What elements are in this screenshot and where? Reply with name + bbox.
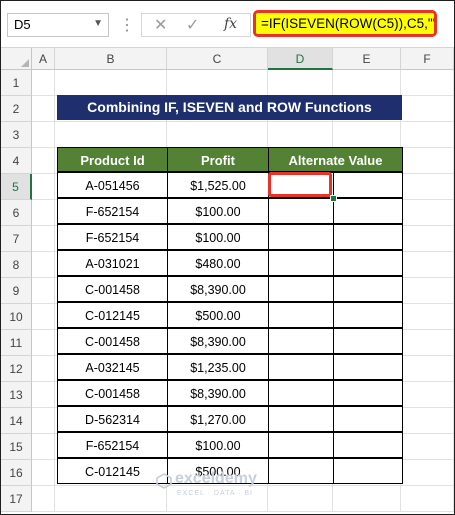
gridline-vertical	[453, 70, 454, 512]
product-id-cell[interactable]: C-001458	[57, 276, 168, 302]
alternate-value-cell[interactable]	[268, 354, 334, 380]
formula-bar: D5 ▼ ⋮ ✕ ✓ fx =IF(ISEVEN(ROW(C5)),C5,"")	[1, 1, 454, 48]
column-header-a[interactable]: A	[32, 48, 55, 70]
row-header-10[interactable]: 10	[1, 304, 32, 330]
profit-cell[interactable]: $8,390.00	[167, 328, 269, 354]
profit-cell[interactable]: $8,390.00	[167, 380, 269, 406]
row-header-11[interactable]: 11	[1, 330, 32, 356]
table-header: Alternate Value	[268, 147, 403, 172]
formula-input[interactable]: =IF(ISEVEN(ROW(C5)),C5,"")	[253, 10, 437, 37]
alternate-value-cell[interactable]	[268, 458, 334, 484]
column-header-d[interactable]: D	[268, 48, 333, 70]
watermark-tagline: EXCEL · DATA · BI	[177, 490, 253, 497]
alternate-value-cell[interactable]	[268, 276, 334, 302]
insert-function-icon[interactable]: fx	[224, 16, 237, 32]
product-id-cell[interactable]: A-032145	[57, 354, 168, 380]
alternate-value-cell[interactable]	[333, 198, 403, 224]
column-header-e[interactable]: E	[333, 48, 401, 70]
alternate-value-cell[interactable]	[333, 250, 403, 276]
product-id-cell[interactable]: C-012145	[57, 302, 168, 328]
product-id-cell[interactable]: F-652154	[57, 198, 168, 224]
row-header-14[interactable]: 14	[1, 408, 32, 434]
alternate-value-cell[interactable]	[333, 224, 403, 250]
product-id-cell[interactable]: C-001458	[57, 380, 168, 406]
table-header: Product Id	[57, 147, 168, 172]
alternate-value-cell[interactable]	[333, 302, 403, 328]
row-header-2[interactable]: 2	[1, 96, 32, 122]
gridline-horizontal	[32, 511, 454, 512]
name-box[interactable]: D5 ▼	[7, 13, 109, 37]
product-id-cell[interactable]: A-031021	[57, 250, 168, 276]
profit-cell[interactable]: $1,235.00	[167, 354, 269, 380]
alternate-value-cell[interactable]	[333, 380, 403, 406]
exceldemy-logo-icon	[156, 473, 172, 489]
selected-cell-d5[interactable]	[268, 172, 332, 197]
alternate-value-cell[interactable]	[268, 432, 334, 458]
alternate-value-cell[interactable]	[333, 406, 403, 432]
name-box-value: D5	[14, 17, 31, 32]
row-header-1[interactable]: 1	[1, 70, 32, 96]
profit-cell[interactable]: $100.00	[167, 224, 269, 250]
product-id-cell[interactable]: C-012145	[57, 458, 168, 484]
select-all-corner[interactable]	[1, 48, 32, 70]
chevron-down-icon[interactable]: ▼	[93, 18, 103, 29]
product-id-cell[interactable]: A-051456	[57, 172, 168, 198]
alternate-value-cell[interactable]	[268, 302, 334, 328]
product-id-cell[interactable]: D-562314	[57, 406, 168, 432]
sheet-title: Combining IF, ISEVEN and ROW Functions	[57, 95, 402, 120]
row-header-9[interactable]: 9	[1, 278, 32, 304]
profit-cell[interactable]: $8,390.00	[167, 276, 269, 302]
row-header-15[interactable]: 15	[1, 434, 32, 460]
gridline-vertical	[54, 70, 55, 512]
profit-cell[interactable]: $480.00	[167, 250, 269, 276]
fill-handle[interactable]	[330, 195, 337, 202]
cancel-icon[interactable]: ✕	[154, 15, 167, 35]
alternate-value-cell[interactable]	[333, 458, 403, 484]
spreadsheet-window: D5 ▼ ⋮ ✕ ✓ fx =IF(ISEVEN(ROW(C5)),C5,"")…	[0, 0, 455, 515]
row-header-13[interactable]: 13	[1, 382, 32, 408]
gridline-horizontal	[32, 121, 454, 122]
alternate-value-cell[interactable]	[268, 250, 334, 276]
alternate-value-cell[interactable]	[268, 224, 334, 250]
row-header-7[interactable]: 7	[1, 226, 32, 252]
profit-cell[interactable]: $100.00	[167, 432, 269, 458]
alternate-value-cell[interactable]	[333, 354, 403, 380]
row-header-5[interactable]: 5	[1, 174, 32, 200]
formula-controls: ✕ ✓ fx	[141, 13, 251, 37]
row-header-3[interactable]: 3	[1, 122, 32, 148]
product-id-cell[interactable]: C-001458	[57, 328, 168, 354]
enter-icon[interactable]: ✓	[186, 15, 199, 35]
select-all-icon	[21, 59, 29, 67]
profit-cell[interactable]: $500.00	[167, 302, 269, 328]
profit-cell[interactable]: $1,270.00	[167, 406, 269, 432]
row-header-8[interactable]: 8	[1, 252, 32, 278]
alternate-value-cell[interactable]	[268, 198, 334, 224]
alternate-value-cell[interactable]	[333, 276, 403, 302]
product-id-cell[interactable]: F-652154	[57, 224, 168, 250]
drag-handle-icon[interactable]: ⋮	[119, 15, 135, 35]
alternate-value-cell[interactable]	[333, 328, 403, 354]
row-header-4[interactable]: 4	[1, 148, 32, 174]
watermark-name: exceldemy	[175, 470, 257, 487]
product-id-cell[interactable]: F-652154	[57, 432, 168, 458]
alternate-value-cell[interactable]	[268, 328, 334, 354]
column-header-c[interactable]: C	[167, 48, 268, 70]
row-header-12[interactable]: 12	[1, 356, 32, 382]
row-header-6[interactable]: 6	[1, 200, 32, 226]
row-header-17[interactable]: 17	[1, 486, 32, 512]
alternate-value-cell[interactable]	[268, 406, 334, 432]
alternate-value-cell[interactable]	[333, 172, 403, 198]
row-header-16[interactable]: 16	[1, 460, 32, 486]
alternate-value-cell[interactable]	[268, 380, 334, 406]
profit-cell[interactable]: $100.00	[167, 198, 269, 224]
column-header-f[interactable]: F	[401, 48, 454, 70]
table-header: Profit	[167, 147, 269, 172]
profit-cell[interactable]: $1,525.00	[167, 172, 269, 198]
formula-text: =IF(ISEVEN(ROW(C5)),C5,"")	[261, 16, 437, 31]
column-header-b[interactable]: B	[55, 48, 167, 70]
alternate-value-cell[interactable]	[333, 432, 403, 458]
